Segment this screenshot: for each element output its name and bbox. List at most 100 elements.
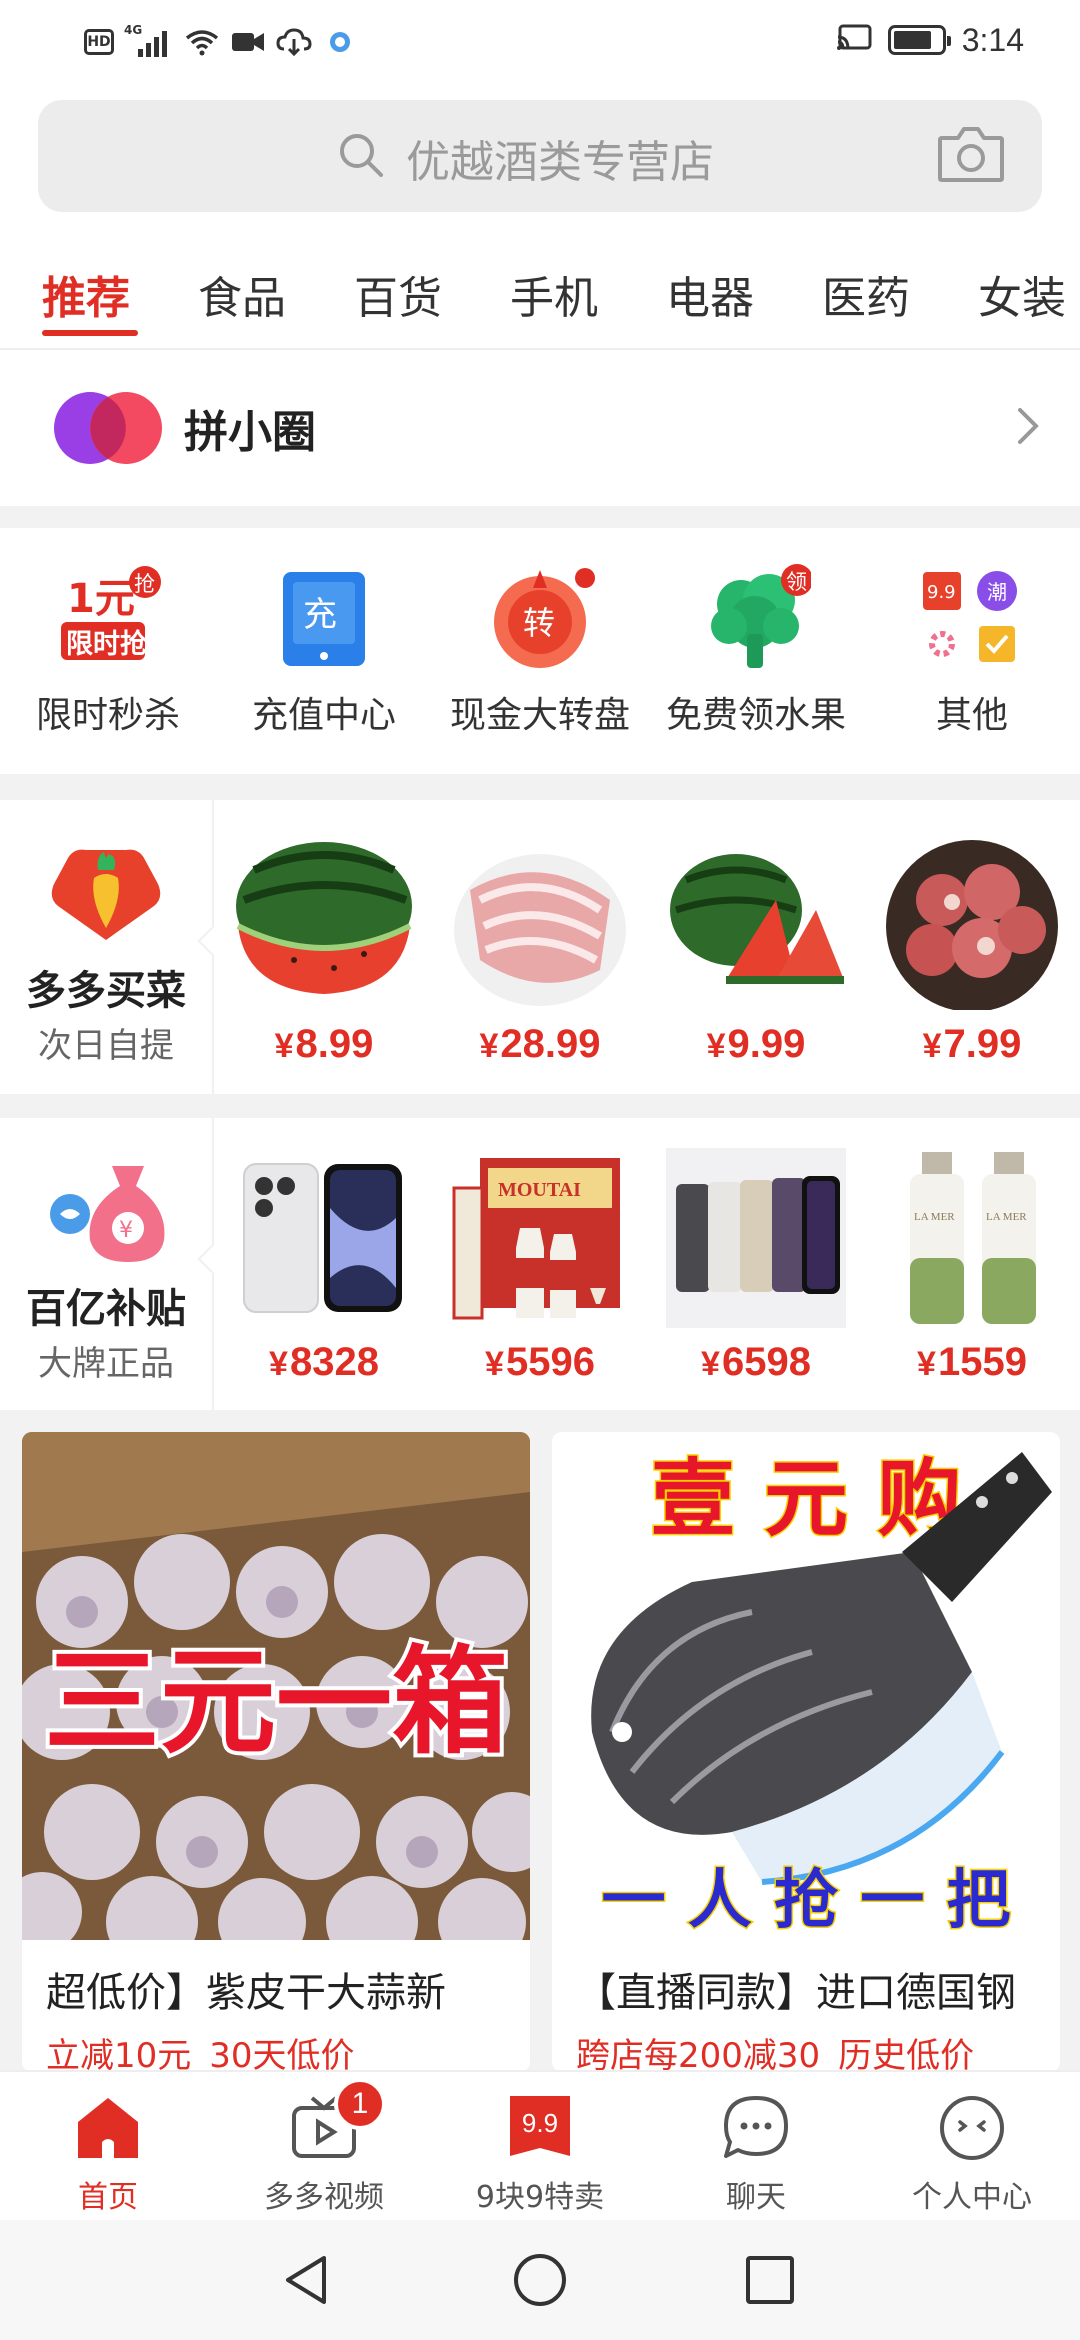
product-price: ¥1559 bbox=[917, 1340, 1027, 1384]
wheel-icon: 转 bbox=[494, 568, 595, 668]
home-circle-icon[interactable] bbox=[510, 2250, 570, 2310]
grocery-title: 多多买菜 bbox=[26, 968, 186, 1014]
shortcut-label: 充值中心 bbox=[251, 695, 396, 736]
moutai-image: MOUTAI bbox=[452, 1158, 620, 1320]
la-mer-bottles-image: LA MER LA MER bbox=[910, 1152, 1036, 1324]
camera-icon[interactable] bbox=[936, 122, 1006, 186]
iphone-colors-image bbox=[666, 1148, 846, 1328]
status-bar: HD 4G 3:14 bbox=[0, 0, 1080, 84]
camera-video-icon bbox=[230, 27, 266, 57]
product-price: ¥8.99 bbox=[274, 1022, 374, 1066]
product-item[interactable]: ¥28.99 bbox=[432, 800, 648, 1094]
svg-text:¥: ¥ bbox=[119, 1218, 133, 1243]
grocery-strip[interactable]: 多多买菜 次日自提 ¥8.99 ¥28.99 ¥9.99 ¥7.99 bbox=[0, 800, 1080, 1094]
subsidy-strip[interactable]: ¥ 百亿补贴 大牌正品 ¥8328 MOUTAI ¥5596 ¥6598 LA … bbox=[0, 1118, 1080, 1412]
recharge-icon: 充 bbox=[283, 572, 365, 666]
shortcut-free-fruit[interactable]: 领 免费领水果 bbox=[648, 528, 864, 774]
back-icon[interactable] bbox=[278, 2250, 338, 2310]
shortcut-more[interactable]: 9.9 潮 其他 bbox=[864, 528, 1080, 774]
feed-card-title: 【直播同款】进口德国钢 bbox=[576, 1970, 1016, 2016]
feed-card-tags: 立减10元 30天低价 bbox=[46, 2036, 355, 2072]
home-icon bbox=[78, 2098, 138, 2158]
product-item[interactable]: MOUTAI ¥5596 bbox=[432, 1118, 648, 1412]
product-price: ¥6598 bbox=[701, 1340, 811, 1384]
divider bbox=[0, 506, 1080, 528]
cast-icon bbox=[836, 23, 872, 57]
search-placeholder: 优越酒类专营店 bbox=[406, 137, 714, 188]
battery-icon bbox=[887, 25, 951, 55]
notification-badge: 1 bbox=[334, 2078, 386, 2130]
svg-text:LA MER: LA MER bbox=[986, 1211, 1027, 1223]
tab-medicine[interactable]: 医药 bbox=[822, 262, 910, 326]
tree-icon: 领 bbox=[711, 564, 811, 668]
svg-text:1元: 1元 bbox=[67, 576, 135, 622]
svg-text:领: 领 bbox=[786, 570, 807, 594]
svg-text:LA MER: LA MER bbox=[914, 1211, 955, 1223]
cloud-download-icon bbox=[276, 27, 312, 57]
svg-text:转: 转 bbox=[523, 604, 555, 642]
shortcut-flash-sale[interactable]: 1元 限时抢 抢 限时秒杀 bbox=[0, 528, 216, 774]
tab-food[interactable]: 食品 bbox=[198, 262, 286, 326]
system-navigation-bar bbox=[0, 2220, 1080, 2340]
tab-phones[interactable]: 手机 bbox=[510, 262, 598, 326]
search-bar[interactable]: 优越酒类专营店 bbox=[38, 100, 1042, 212]
shortcut-label: 现金大转盘 bbox=[449, 695, 630, 736]
nav-profile[interactable]: 个人中心 bbox=[864, 2072, 1080, 2222]
tab-recommend[interactable]: 推荐 bbox=[42, 262, 130, 326]
tab-department[interactable]: 百货 bbox=[354, 262, 442, 326]
nav-video[interactable]: 1 多多视频 bbox=[216, 2072, 432, 2222]
svg-text:壹 元 购: 壹 元 购 bbox=[651, 1449, 962, 1548]
product-item[interactable]: ¥7.99 bbox=[864, 800, 1080, 1094]
app-notification-icon bbox=[322, 27, 358, 57]
feed-card[interactable]: 三元一箱 超低价】紫皮干大蒜新 立减10元 30天低价 bbox=[22, 1432, 530, 2072]
grocery-brand[interactable]: 多多买菜 次日自提 bbox=[0, 800, 229, 1094]
subsidy-title: 百亿补贴 bbox=[26, 1286, 186, 1332]
hd-icon: HD bbox=[84, 29, 114, 55]
product-price: ¥9.99 bbox=[706, 1022, 806, 1066]
bottom-navigation: 首页 1 多多视频 9.9 9块9特卖 聊天 个人中心 bbox=[0, 2070, 1080, 2220]
nav-chat[interactable]: 聊天 bbox=[648, 2072, 864, 2222]
category-tabs: 推荐 食品 百货 手机 电器 医药 女装 bbox=[0, 238, 1080, 348]
product-price: ¥7.99 bbox=[922, 1022, 1022, 1066]
product-item[interactable]: ¥8328 bbox=[216, 1118, 432, 1412]
subsidy-brand[interactable]: ¥ 百亿补贴 大牌正品 bbox=[0, 1118, 229, 1412]
chevron-right-icon bbox=[1018, 408, 1039, 444]
svg-text:限时抢: 限时抢 bbox=[66, 628, 148, 660]
product-price: ¥28.99 bbox=[479, 1022, 601, 1066]
nav-home[interactable]: 首页 bbox=[0, 2072, 216, 2222]
product-item[interactable]: ¥6598 bbox=[648, 1118, 864, 1412]
shortcut-wheel[interactable]: 转 现金大转盘 bbox=[432, 528, 648, 774]
feed-card-tags: 跨店每200减30 历史低价 bbox=[576, 2036, 975, 2072]
product-item[interactable]: LA MER LA MER ¥1559 bbox=[864, 1118, 1080, 1412]
chat-icon bbox=[724, 2096, 788, 2158]
svg-text:9.9: 9.9 bbox=[927, 582, 956, 603]
divider bbox=[0, 1094, 1080, 1118]
watermelon-image bbox=[236, 842, 412, 994]
money-bag-icon: ¥ bbox=[50, 1166, 165, 1262]
grocery-subtitle: 次日自提 bbox=[38, 1026, 174, 1066]
search-icon bbox=[340, 134, 383, 177]
recents-icon[interactable] bbox=[740, 2250, 800, 2310]
nav-label: 多多视频 bbox=[264, 2180, 384, 2215]
svg-text:潮: 潮 bbox=[987, 580, 1007, 604]
feed-card[interactable]: 壹 元 购 一 人 抢 一 把 【直播同款】进口德国钢 跨店每200减30 历史低… bbox=[552, 1432, 1060, 2072]
pin-circle-entry[interactable]: 拼小圈 bbox=[0, 350, 1080, 506]
shortcut-label: 限时秒杀 bbox=[35, 695, 180, 736]
product-item[interactable]: ¥8.99 bbox=[216, 800, 432, 1094]
product-feed: 三元一箱 超低价】紫皮干大蒜新 立减10元 30天低价 壹 元 购 一 人 抢 一… bbox=[0, 1410, 1080, 2072]
nav-sale[interactable]: 9.9 9块9特卖 bbox=[432, 2072, 648, 2222]
product-item[interactable]: ¥9.99 bbox=[648, 800, 864, 1094]
cleaver-knife-image: 壹 元 购 一 人 抢 一 把 bbox=[552, 1432, 1060, 1940]
svg-text:一 人 抢 一 把: 一 人 抢 一 把 bbox=[601, 1863, 1010, 1938]
shortcut-label: 免费领水果 bbox=[665, 695, 846, 736]
svg-text:三元一箱: 三元一箱 bbox=[44, 1635, 508, 1770]
iphone-image bbox=[243, 1163, 402, 1313]
subsidy-subtitle: 大牌正品 bbox=[38, 1344, 174, 1384]
garlic-box-image: 三元一箱 bbox=[22, 1432, 530, 1940]
tab-appliances[interactable]: 电器 bbox=[666, 262, 754, 326]
tab-womens[interactable]: 女装 bbox=[978, 262, 1066, 326]
watermelon-slices-image bbox=[670, 854, 844, 984]
signal-icon: 4G bbox=[124, 23, 174, 57]
shortcut-recharge[interactable]: 充 充值中心 bbox=[216, 528, 432, 774]
pin-circle-logo-icon bbox=[54, 392, 162, 464]
